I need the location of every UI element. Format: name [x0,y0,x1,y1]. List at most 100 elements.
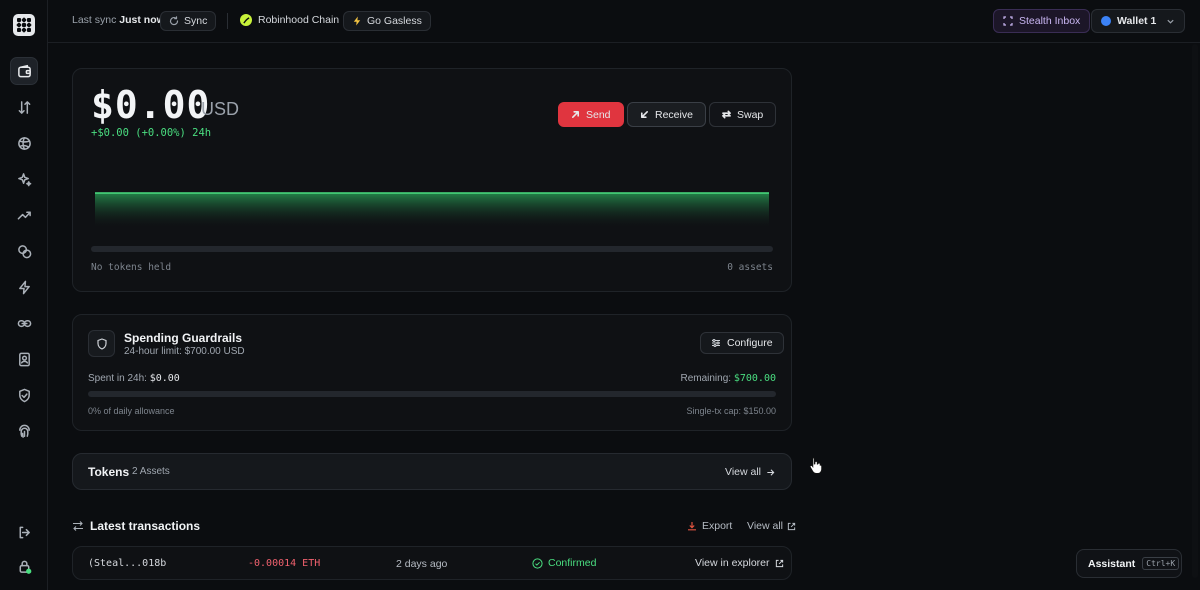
download-icon [688,522,696,531]
arrow-right-icon [767,468,775,476]
lock-icon [19,560,31,574]
tx-status: Confirmed [532,557,596,569]
single-tx-cap: Single-tx cap: $150.00 [686,406,776,416]
tx-amount: -0.00014 ETH [248,558,321,569]
export-label: Export [702,520,733,532]
scrollbar[interactable] [1192,44,1198,578]
chain-name: Robinhood Chain [258,14,340,26]
transactions-view-all-label: View all [747,520,783,532]
tokens-count: 2 Assets [132,466,170,477]
zap-icon [18,280,30,294]
nav-coins[interactable] [10,237,38,265]
nav-transfer[interactable] [10,93,38,121]
nav-sparkles[interactable] [10,165,38,193]
chain-selector[interactable]: Robinhood Chain [240,14,339,26]
view-in-explorer-link[interactable]: View in explorer [695,557,784,569]
tx-status-label: Confirmed [548,557,597,569]
nav-globe[interactable] [10,129,38,157]
assistant-shortcut: Ctrl+K [1142,557,1180,570]
sidebar [0,0,48,590]
trending-icon [17,210,31,220]
coins-icon [17,244,31,258]
nav-wallet[interactable] [10,57,38,85]
divider [227,13,228,29]
token-allocation-bar [91,246,773,252]
configure-label: Configure [727,337,773,349]
nav-zap[interactable] [10,273,38,301]
contacts-icon [18,352,30,366]
nav-link[interactable] [10,309,38,337]
globe-icon [17,136,31,150]
transaction-row[interactable]: (Steal...018b -0.00014 ETH 2 days ago Co… [72,546,792,580]
balance-card: $0.00 USD +$0.00 (+0.00%) 24h Send Recei… [72,68,792,292]
transactions-title: Latest transactions [90,519,201,533]
link-icon [17,319,31,327]
refresh-icon [169,16,179,26]
swap-icon [722,110,731,119]
nav-logout[interactable] [10,518,38,546]
transfer-icon [73,521,83,531]
sliders-icon [712,339,720,347]
balance-currency: USD [201,99,240,119]
allowance-text: 0% of daily allowance [88,406,175,416]
logo-icon [16,17,32,33]
remaining-label: Remaining: [680,373,732,384]
receive-label: Receive [655,108,693,121]
last-sync-value: Just now [119,14,165,26]
send-button[interactable]: Send [558,102,624,127]
view-in-explorer-label: View in explorer [695,557,770,569]
hand-cursor-icon [809,457,823,474]
balance-chart [95,192,769,227]
sync-button[interactable]: Sync [160,11,217,31]
wallet-selector[interactable]: Wallet 1 [1091,9,1186,33]
guardrails-title: Spending Guardrails [124,331,243,345]
remaining-24h: Remaining: $700.00 [680,373,776,384]
check-circle-icon [532,557,543,569]
assistant-button[interactable]: Assistant Ctrl+K [1076,549,1182,578]
nav-trending[interactable] [10,201,38,229]
spent-value: $0.00 [149,373,180,384]
swap-label: Swap [737,108,764,121]
tx-time: 2 days ago [396,558,448,570]
scan-icon [1003,16,1013,26]
assistant-label: Assistant [1088,557,1136,570]
transactions-view-all[interactable]: View all [747,520,796,532]
shield-badge [88,330,115,357]
allowance-progress-bar [88,391,776,397]
tokens-view-all-label: View all [725,466,761,478]
balance-amount: $0.00 [91,83,211,127]
wallet-avatar [1101,16,1111,26]
balance-change: +$0.00 (+0.00%) 24h [91,127,212,139]
tokens-view-all[interactable]: View all [725,466,775,478]
gasless-button[interactable]: Go Gasless [343,11,431,31]
shield-check-icon [18,388,30,402]
spent-24h: Spent in 24h: $0.00 [88,373,180,384]
chart-area [95,193,769,227]
sparkles-icon [17,172,31,186]
arrow-up-right-icon [571,110,580,119]
top-bar: Last sync Just now Sync Robinhood Chain … [48,0,1200,43]
nav-shield[interactable] [10,381,38,409]
stealth-inbox-label: Stealth Inbox [1019,15,1081,27]
wallet-icon [17,64,31,77]
sync-button-label: Sync [184,15,208,27]
export-button[interactable]: Export [687,520,732,532]
assets-count: 0 assets [727,262,773,273]
fingerprint-icon [18,424,30,438]
swap-button[interactable]: Swap [709,102,777,127]
tokens-title: Tokens [88,465,130,479]
receive-button[interactable]: Receive [627,102,706,127]
send-label: Send [586,108,611,121]
chain-logo-icon [240,14,252,26]
spending-guardrails-card: Spending Guardrails 24-hour limit: $700.… [72,314,792,431]
tokens-section[interactable]: Tokens 2 Assets View all [72,453,792,490]
stealth-inbox-button[interactable]: Stealth Inbox [993,9,1091,33]
nav-contacts[interactable] [10,345,38,373]
zap-icon [353,16,361,26]
no-tokens-label: No tokens held [91,262,172,273]
nav-fingerprint[interactable] [10,417,38,445]
app-logo[interactable] [13,14,35,36]
configure-button[interactable]: Configure [700,332,784,354]
nav-lock[interactable] [10,552,38,580]
remaining-value: $700.00 [733,373,776,384]
